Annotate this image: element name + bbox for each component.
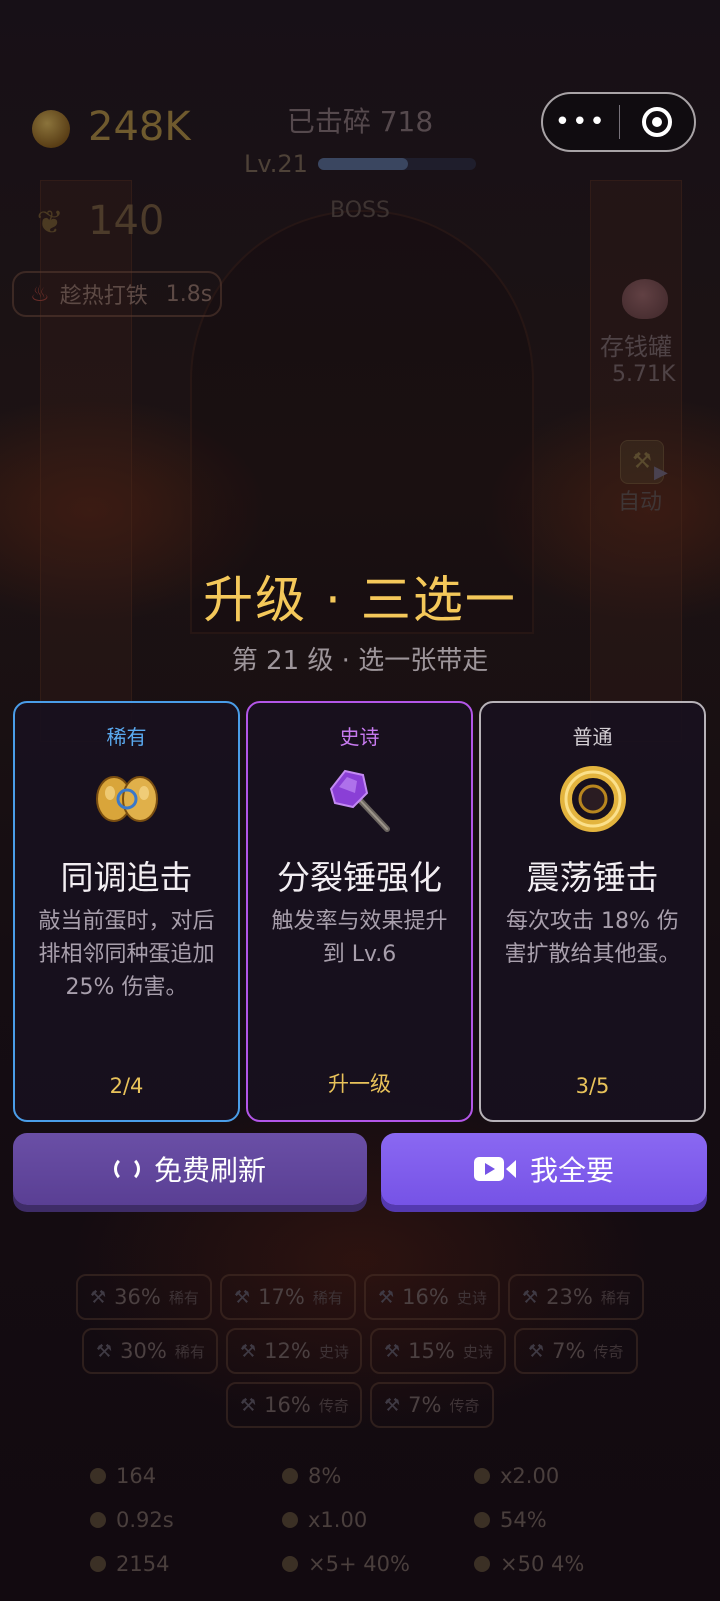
card-name: 同调追击 [60, 858, 193, 897]
level-label: Lv.21 [244, 150, 308, 178]
free-refresh-button[interactable]: 免费刷新 [13, 1133, 367, 1205]
hammer-chip: ⚒ 36% 稀有 [76, 1274, 212, 1320]
game-screen: 248K ❦ 140 ♨ 趁热打铁 1.8s 已击碎 718 Lv.21 BOS… [0, 0, 720, 1601]
modal-title: 升级 · 三选一 [203, 571, 517, 629]
stat-item: x2.00 [474, 1464, 559, 1488]
hammer-icon: ⚒ [384, 1340, 401, 1362]
level-progress-bar [318, 158, 476, 170]
hammer-icon: ⚒ [240, 1340, 257, 1362]
heat-buff-timer: 1.8s [165, 281, 213, 307]
piggy-bank-value: 5.71K [612, 362, 676, 387]
stat-item: ×5+ 40% [282, 1552, 410, 1576]
hammer-icon: ⚒ [234, 1286, 251, 1308]
hammer-chip: ⚒ 17% 稀有 [220, 1274, 356, 1320]
hammer-chip: ⚒ 23% 稀有 [508, 1274, 644, 1320]
heat-buff-pill: ♨ 趁热打铁 1.8s [12, 271, 222, 317]
stat-item: 2154 [90, 1552, 169, 1576]
stat-item: x1.00 [282, 1508, 367, 1532]
hammer-icon: ⚒ [240, 1394, 257, 1416]
card-progress: 2/4 [109, 1074, 144, 1098]
card-rarity: 稀有 [106, 725, 147, 749]
hammer-chip: ⚒ 12% 史诗 [226, 1328, 362, 1374]
stat-item: 164 [90, 1464, 156, 1488]
free-refresh-label: 免费刷新 [153, 1154, 266, 1187]
stat-item: 8% [282, 1464, 341, 1488]
level-progress-fill [318, 158, 409, 170]
video-icon: ▶ [654, 462, 668, 483]
upgrade-card-epic[interactable]: 史诗 分裂锤强化 触发率与效果提升到 Lv.6 升一级 [246, 701, 473, 1122]
stat-item: ×50 4% [474, 1552, 584, 1576]
upgrade-card-common[interactable]: 普通 震荡锤击 每次攻击 18% 伤害扩散给其他蛋。 3/5 [479, 701, 706, 1122]
hammer-chip: ⚒ 7% 传奇 [370, 1382, 494, 1428]
stat-item: 54% [474, 1508, 547, 1532]
mini-program-capsule: ••• [541, 92, 696, 152]
hammer-icon: ⚒ [96, 1340, 113, 1362]
hammer-icon: ⚒ [522, 1286, 539, 1308]
card-rarity: 普通 [572, 725, 613, 749]
piggy-bank-label: 存钱罐 [600, 333, 672, 361]
card-name: 分裂锤强化 [277, 858, 442, 897]
take-all-button[interactable]: 我全要 [381, 1133, 707, 1205]
close-program-button[interactable] [620, 107, 694, 137]
video-camera-icon [473, 1157, 516, 1181]
take-all-label: 我全要 [529, 1154, 614, 1187]
boss-label: BOSS [330, 198, 390, 223]
piggy-bank-icon[interactable] [622, 279, 668, 319]
twin-egg-icon [15, 763, 238, 835]
hammer-chip: ⚒ 30% 稀有 [82, 1328, 218, 1374]
hammer-chip: ⚒ 15% 史诗 [370, 1328, 506, 1374]
card-description: 每次攻击 18% 伤害扩散给其他蛋。 [504, 909, 681, 967]
card-name: 震荡锤击 [526, 858, 659, 897]
hammer-icon: ⚒ [528, 1340, 545, 1362]
hammer-icon: ⚒ [378, 1286, 395, 1308]
hammer-icon: ⚒ [384, 1394, 401, 1416]
crystal-hammer-icon [248, 763, 471, 835]
hammer-chip: ⚒ 7% 传奇 [514, 1328, 638, 1374]
hammer-icon: ⚒ [90, 1286, 107, 1308]
upgrade-card-rare[interactable]: 稀有 同调追击 敲当前蛋时，对后排相邻同种蛋追加 25% 伤害。 2/4 [13, 701, 240, 1122]
stat-item: 0.92s [90, 1508, 174, 1532]
target-icon [642, 107, 673, 137]
card-progress: 3/5 [575, 1074, 610, 1098]
hammer-chip: ⚒ 16% 史诗 [364, 1274, 500, 1320]
more-menu-button[interactable]: ••• [543, 94, 619, 150]
card-progress: 升一级 [328, 1072, 391, 1096]
modal-subtitle: 第 21 级 · 选一张带走 [231, 646, 489, 676]
golden-ring-icon [481, 763, 704, 835]
card-description: 敲当前蛋时，对后排相邻同种蛋追加 25% 伤害。 [38, 909, 215, 1000]
card-rarity: 史诗 [339, 725, 380, 749]
card-description: 触发率与效果提升到 Lv.6 [271, 909, 448, 967]
heat-icon: ♨ [30, 281, 50, 307]
heat-buff-label: 趁热打铁 [59, 284, 148, 309]
refresh-icon [113, 1156, 140, 1182]
auto-label: 自动 [618, 490, 663, 515]
hammer-chip: ⚒ 16% 传奇 [226, 1382, 362, 1428]
